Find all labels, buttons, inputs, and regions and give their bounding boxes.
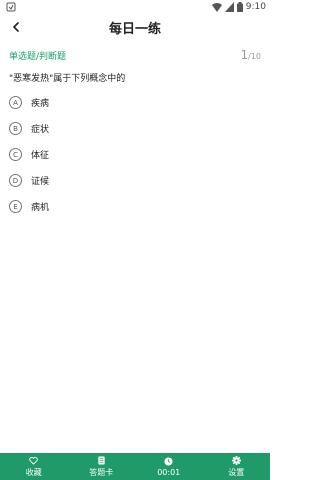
settings-label: 设置	[228, 467, 245, 477]
answer-card-button[interactable]: 答题卡	[68, 453, 136, 480]
option-text: 病机	[31, 203, 50, 213]
gear-icon	[231, 455, 241, 465]
option-e[interactable]: E 病机	[9, 199, 261, 214]
heart-icon	[29, 456, 38, 465]
status-bar: 9:10	[0, 0, 270, 14]
favorite-button[interactable]: 收藏	[0, 453, 68, 480]
favorite-label: 收藏	[25, 467, 42, 477]
app-notification-icon	[6, 2, 16, 12]
option-text: 症状	[31, 125, 50, 135]
option-letter: B	[9, 122, 22, 135]
timer-label: 00:01	[157, 467, 181, 477]
question-progress: 1/10	[240, 48, 261, 62]
question-text: "恶寒发热"属于下列概念中的	[9, 74, 126, 84]
status-time: 9:10	[245, 2, 266, 12]
option-letter: C	[9, 148, 22, 161]
option-d[interactable]: D 证候	[9, 173, 261, 188]
option-text: 体征	[31, 151, 50, 161]
bottom-toolbar: 收藏 答题卡 00:01 设置	[0, 453, 270, 480]
question-header: 单选题/判断题 1/10	[9, 48, 261, 64]
wifi-icon	[211, 3, 222, 12]
page-title: 每日一练	[108, 22, 161, 37]
option-text: 疾病	[31, 99, 50, 109]
question-current: 1	[240, 48, 249, 62]
options-list: A 疾病 B 症状 C 体征 D 证候 E 病机	[9, 95, 261, 225]
option-letter: E	[9, 200, 22, 213]
option-c[interactable]: C 体征	[9, 147, 261, 162]
clock-icon	[164, 456, 173, 466]
timer: 00:01	[135, 453, 203, 480]
question-type: 单选题/判断题	[9, 52, 67, 62]
option-letter: D	[9, 174, 22, 187]
question-total: /10	[248, 52, 261, 61]
signal-icon	[224, 2, 234, 12]
app-bar: 每日一练	[0, 14, 270, 40]
option-letter: A	[9, 96, 22, 109]
battery-icon	[236, 2, 243, 12]
option-text: 证候	[31, 177, 50, 187]
option-b[interactable]: B 症状	[9, 121, 261, 136]
option-a[interactable]: A 疾病	[9, 95, 261, 110]
settings-button[interactable]: 设置	[203, 453, 271, 480]
answer-card-label: 答题卡	[89, 467, 114, 477]
answer-card-icon	[98, 455, 105, 465]
